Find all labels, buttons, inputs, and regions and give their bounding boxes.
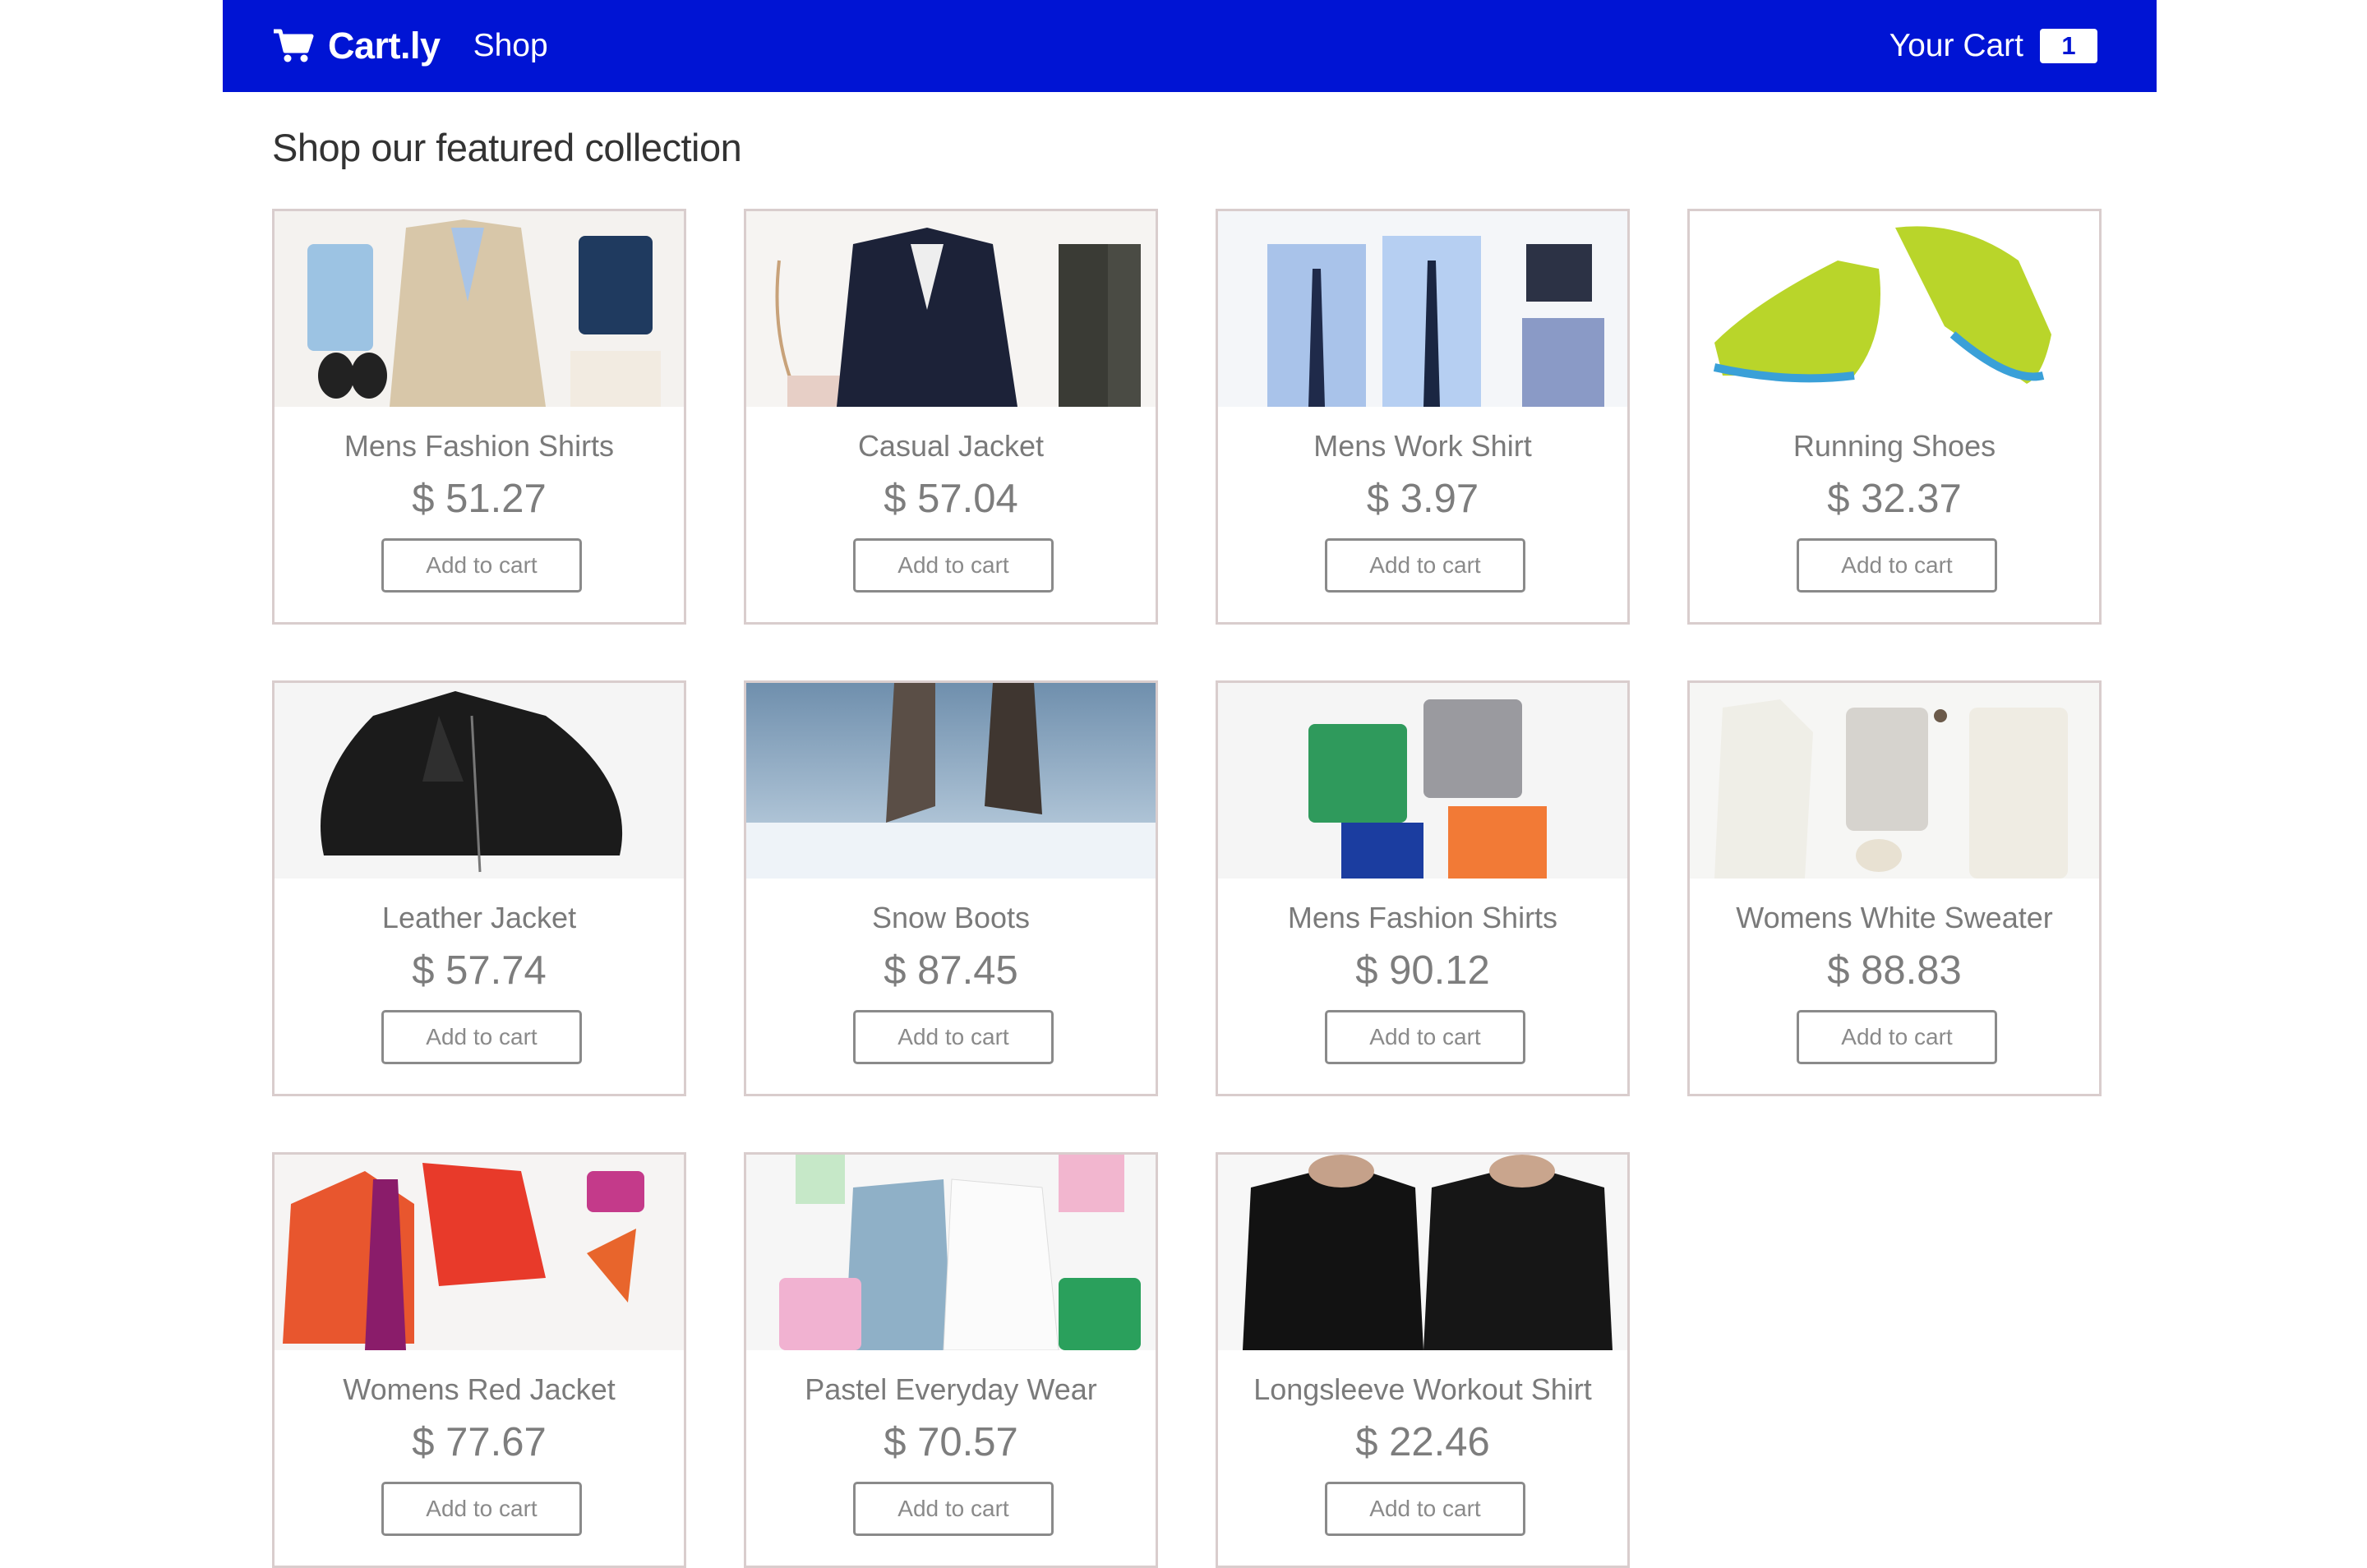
product-name: Running Shoes: [1793, 429, 1996, 463]
product-price: $ 90.12: [1355, 948, 1490, 993]
product-name: Mens Fashion Shirts: [1287, 901, 1558, 934]
product-card: Longsleeve Workout Shirt $ 22.46 Add to …: [1216, 1152, 1630, 1568]
add-to-cart-button[interactable]: Add to cart: [853, 538, 1054, 593]
navbar-left: Cart.ly Shop: [272, 25, 548, 67]
add-to-cart-button[interactable]: Add to cart: [1325, 538, 1525, 593]
product-name: Womens Red Jacket: [343, 1372, 616, 1406]
product-image: [1690, 683, 2099, 879]
product-price: $ 70.57: [884, 1420, 1018, 1464]
product-card: Mens Fashion Shirts $ 90.12 Add to cart: [1216, 680, 1630, 1096]
product-image: [275, 1155, 684, 1350]
product-name: Pastel Everyday Wear: [805, 1372, 1097, 1406]
product-image: [746, 211, 1156, 407]
your-cart-link[interactable]: Your Cart 1: [1889, 28, 2097, 64]
product-price: $ 77.67: [412, 1420, 547, 1464]
product-name: Mens Work Shirt: [1313, 429, 1532, 463]
product-price: $ 87.45: [884, 948, 1018, 993]
product-price: $ 32.37: [1827, 477, 1962, 521]
product-image: [1218, 211, 1627, 407]
product-image: [275, 211, 684, 407]
product-image: [746, 1155, 1156, 1350]
product-name: Longsleeve Workout Shirt: [1253, 1372, 1592, 1406]
add-to-cart-button[interactable]: Add to cart: [1325, 1010, 1525, 1064]
product-price: $ 22.46: [1355, 1420, 1490, 1464]
product-card: Pastel Everyday Wear $ 70.57 Add to cart: [744, 1152, 1158, 1568]
page-container: Cart.ly Shop Your Cart 1 Shop our featur…: [223, 0, 2157, 182]
product-image: [275, 683, 684, 879]
product-image: [1218, 1155, 1627, 1350]
product-name: Leather Jacket: [381, 901, 577, 934]
page-title: Shop our featured collection: [272, 126, 742, 169]
brand-name: Cart.ly: [328, 25, 441, 67]
product-card: Womens White Sweater $ 88.83 Add to cart: [1687, 680, 2102, 1096]
product-price: $ 57.74: [412, 948, 547, 993]
add-to-cart-button[interactable]: Add to cart: [1797, 538, 1997, 593]
product-name: Womens White Sweater: [1736, 901, 2053, 934]
add-to-cart-button[interactable]: Add to cart: [381, 1010, 582, 1064]
add-to-cart-button[interactable]: Add to cart: [853, 1482, 1054, 1536]
product-name: Mens Fashion Shirts: [344, 429, 615, 463]
product-card: Mens Work Shirt $ 3.97 Add to cart: [1216, 209, 1630, 625]
product-name: Casual Jacket: [857, 429, 1045, 463]
product-card: Womens Red Jacket $ 77.67 Add to cart: [272, 1152, 686, 1568]
product-image: [746, 683, 1156, 879]
product-card: Leather Jacket $ 57.74 Add to cart: [272, 680, 686, 1096]
product-image: [1218, 683, 1627, 879]
product-card: Mens Fashion Shirts $ 51.27 Add to cart: [272, 209, 686, 625]
product-card: Casual Jacket $ 57.04 Add to cart: [744, 209, 1158, 625]
brand-logo-link[interactable]: Cart.ly: [272, 25, 441, 67]
product-image: [1690, 211, 2099, 407]
product-name: Snow Boots: [871, 901, 1031, 934]
nav-link-shop[interactable]: Shop: [473, 28, 548, 64]
shopping-cart-icon: [272, 28, 315, 64]
product-card: Running Shoes $ 32.37 Add to cart: [1687, 209, 2102, 625]
add-to-cart-button[interactable]: Add to cart: [853, 1010, 1054, 1064]
top-navbar: Cart.ly Shop Your Cart 1: [223, 0, 2157, 92]
product-price: $ 3.97: [1366, 477, 1479, 521]
add-to-cart-button[interactable]: Add to cart: [381, 1482, 582, 1536]
cart-count-badge: 1: [2040, 29, 2097, 63]
add-to-cart-button[interactable]: Add to cart: [1797, 1010, 1997, 1064]
product-price: $ 88.83: [1827, 948, 1962, 993]
add-to-cart-button[interactable]: Add to cart: [1325, 1482, 1525, 1536]
product-card: Snow Boots $ 87.45 Add to cart: [744, 680, 1158, 1096]
add-to-cart-button[interactable]: Add to cart: [381, 538, 582, 593]
product-price: $ 57.04: [884, 477, 1018, 521]
cart-label: Your Cart: [1889, 28, 2023, 63]
product-price: $ 51.27: [412, 477, 547, 521]
